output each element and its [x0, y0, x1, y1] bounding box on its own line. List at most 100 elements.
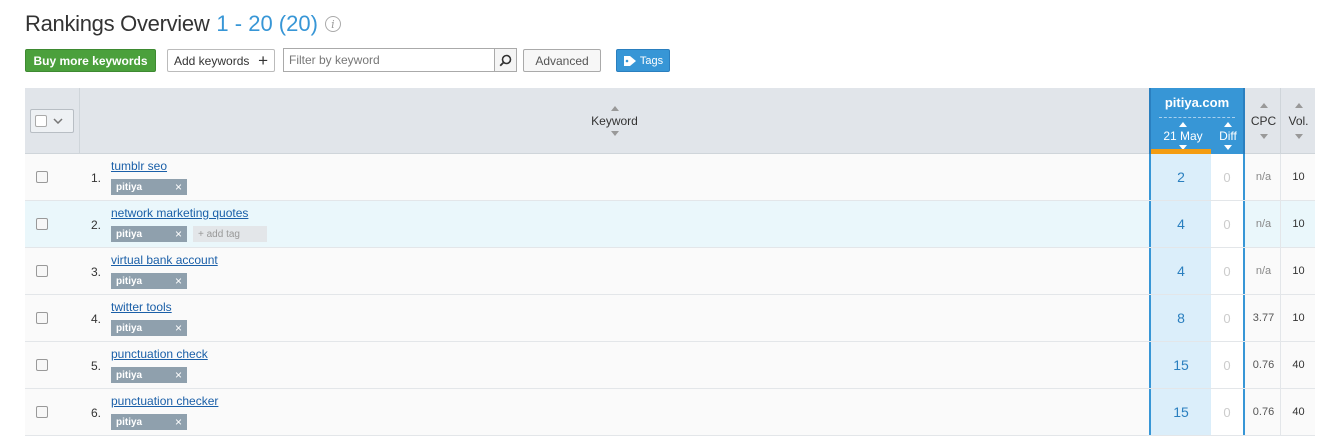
sort-down-icon	[1259, 134, 1268, 139]
tags-label: Tags	[639, 54, 664, 67]
add-tag-button[interactable]: + add tag	[193, 226, 267, 242]
toolbar: Buy more keywords Add keywords + Advance…	[25, 48, 1315, 72]
diff-cell: 0	[1211, 389, 1245, 435]
select-all-dropdown[interactable]	[30, 109, 74, 133]
row-number: 1.	[90, 171, 101, 185]
tag-chip: pitiya ×	[111, 226, 187, 242]
tag-label: pitiya	[116, 369, 143, 381]
date-column-header[interactable]: 21 May	[1156, 121, 1210, 151]
table-row: 1. tumblr seo pitiya × 2 0 n/a 10	[25, 154, 1315, 201]
add-tag-label: add tag	[206, 228, 240, 240]
position-cell: 4	[1149, 248, 1211, 294]
select-all-checkbox[interactable]	[35, 115, 47, 127]
keyword-link[interactable]: punctuation checker	[111, 394, 218, 408]
search-button[interactable]	[494, 49, 516, 71]
remove-tag-icon[interactable]: ×	[175, 274, 182, 288]
keyword-link[interactable]: virtual bank account	[111, 253, 218, 267]
page-header: Rankings Overview 1 - 20 (20) i	[25, 10, 341, 38]
buy-more-keywords-button[interactable]: Buy more keywords	[25, 49, 156, 72]
add-keywords-label: Add keywords	[174, 53, 250, 68]
sort-up-icon	[1224, 122, 1232, 127]
position-cell: 15	[1149, 389, 1211, 435]
keyword-link[interactable]: punctuation check	[111, 347, 208, 361]
cpc-cell: 0.76	[1247, 342, 1281, 388]
add-keywords-button[interactable]: Add keywords +	[167, 49, 275, 72]
remove-tag-icon[interactable]: ×	[175, 415, 182, 429]
keyword-link[interactable]: tumblr seo	[111, 159, 167, 173]
keyword-column-header[interactable]: Keyword	[80, 88, 1149, 154]
tag-label: pitiya	[116, 275, 143, 287]
volume-cell: 40	[1292, 359, 1305, 371]
tag-label: pitiya	[116, 416, 143, 428]
volume-column-header[interactable]: Vol.	[1282, 88, 1315, 154]
date-header-label: 21 May	[1163, 129, 1203, 143]
keyword-link[interactable]: network marketing quotes	[111, 206, 248, 220]
position-cell: 4	[1149, 201, 1211, 247]
sort-down-icon	[1294, 134, 1303, 139]
row-checkbox[interactable]	[36, 218, 48, 230]
table-row: 2. network marketing quotes pitiya × + ad…	[25, 201, 1315, 248]
row-number: 4.	[90, 312, 101, 326]
tag-label: pitiya	[116, 228, 143, 240]
position-cell: 15	[1149, 342, 1211, 388]
result-count: 1 - 20 (20)	[216, 11, 318, 36]
row-checkbox[interactable]	[36, 265, 48, 277]
remove-tag-icon[interactable]: ×	[175, 227, 182, 241]
plus-icon: +	[258, 51, 268, 70]
filter-box	[283, 48, 517, 72]
diff-column-header[interactable]: Diff	[1213, 121, 1243, 151]
cpc-column-header[interactable]: CPC	[1247, 88, 1281, 154]
volume-cell: 10	[1292, 171, 1305, 183]
cpc-cell: 3.77	[1247, 295, 1281, 341]
domain-column-header: pitiya.com 21 May Diff	[1149, 88, 1245, 154]
table-row: 3. virtual bank account pitiya × 4 0 n/a …	[25, 248, 1315, 295]
remove-tag-icon[interactable]: ×	[175, 180, 182, 194]
diff-cell: 0	[1211, 248, 1245, 294]
select-all-cell	[25, 88, 80, 154]
tag-icon	[623, 55, 636, 66]
row-checkbox[interactable]	[36, 359, 48, 371]
cpc-cell: n/a	[1247, 154, 1281, 200]
sort-up-icon	[1259, 103, 1268, 108]
row-number: 6.	[90, 406, 101, 420]
sort-up-icon	[1294, 103, 1303, 108]
remove-tag-icon[interactable]: ×	[175, 321, 182, 335]
tag-chip: pitiya ×	[111, 414, 187, 430]
plus-icon: +	[198, 228, 207, 240]
diff-cell: 0	[1211, 295, 1245, 341]
info-icon[interactable]: i	[324, 16, 341, 32]
row-number: 3.	[90, 265, 101, 279]
row-checkbox[interactable]	[36, 406, 48, 418]
advanced-button[interactable]: Advanced	[523, 49, 601, 72]
cpc-cell: 0.76	[1247, 389, 1281, 435]
row-number: 5.	[90, 359, 101, 373]
search-icon	[499, 54, 512, 66]
filter-keyword-input[interactable]	[284, 49, 494, 71]
tag-chip: pitiya ×	[111, 273, 187, 289]
keyword-link[interactable]: twitter tools	[111, 300, 172, 314]
cpc-header-label: CPC	[1250, 114, 1277, 128]
row-checkbox[interactable]	[36, 171, 48, 183]
row-checkbox[interactable]	[36, 312, 48, 324]
tag-chip: pitiya ×	[111, 367, 187, 383]
table-row: 5. punctuation check pitiya × 15 0 0.76 4…	[25, 342, 1315, 389]
volume-cell: 10	[1292, 312, 1305, 324]
volume-header-label: Vol.	[1288, 114, 1309, 128]
tag-label: pitiya	[116, 322, 143, 334]
tag-chip: pitiya ×	[111, 179, 187, 195]
row-number: 2.	[90, 218, 101, 232]
header-divider	[1159, 117, 1235, 118]
table-row: 6. punctuation checker pitiya × 15 0 0.76…	[25, 389, 1315, 436]
chevron-down-icon	[53, 118, 63, 124]
volume-cell: 40	[1292, 406, 1305, 418]
tags-button[interactable]: Tags	[616, 49, 670, 72]
diff-cell: 0	[1211, 154, 1245, 200]
volume-cell: 10	[1292, 265, 1305, 277]
cpc-cell: n/a	[1247, 201, 1281, 247]
remove-tag-icon[interactable]: ×	[175, 368, 182, 382]
position-cell: 8	[1149, 295, 1211, 341]
domain-label: pitiya.com	[1164, 95, 1230, 110]
tag-chip: pitiya ×	[111, 320, 187, 336]
diff-cell: 0	[1211, 342, 1245, 388]
table-header: Keyword pitiya.com 21 May Diff CPC Vol.	[25, 88, 1315, 154]
